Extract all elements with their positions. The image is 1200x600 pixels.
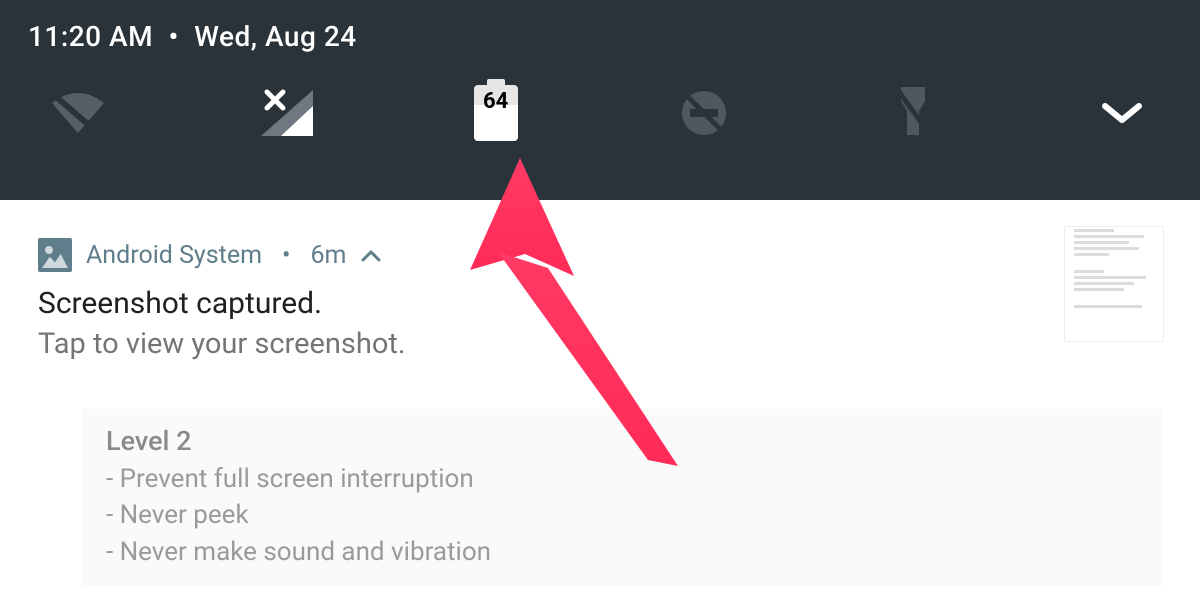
notification-age: 6m (310, 241, 346, 270)
expand-quick-settings[interactable] (1092, 83, 1152, 143)
card-line: - Prevent full screen interruption (106, 461, 1138, 497)
chevron-up-icon[interactable] (360, 241, 382, 270)
battery-icon: 64 (474, 85, 518, 141)
flashlight-off-icon (893, 85, 933, 141)
quick-settings-panel: 11:20 AM • Wed, Aug 24 (0, 0, 1200, 200)
notification-app-name: Android System (86, 241, 262, 270)
notification-shade-content: Android System • 6m Screenshot captured.… (0, 200, 1200, 586)
flashlight-toggle[interactable] (883, 83, 943, 143)
card-line: - Never peek (106, 497, 1138, 533)
signal-no-sim-icon (259, 88, 315, 138)
wifi-toggle[interactable] (48, 83, 108, 143)
status-time-date: 11:20 AM • Wed, Aug 24 (28, 20, 1172, 53)
image-icon (38, 238, 72, 272)
separator-dot: • (169, 20, 179, 53)
battery-percent-text: 64 (483, 89, 508, 114)
chevron-down-icon (1099, 98, 1145, 128)
notification-header[interactable]: Android System • 6m (38, 238, 1170, 272)
card-line: - Never make sound and vibration (106, 534, 1138, 570)
battery-tile[interactable]: 64 (466, 83, 526, 143)
dnd-off-icon (678, 87, 730, 139)
card-title: Level 2 (106, 425, 1138, 457)
status-time: 11:20 AM (28, 20, 153, 53)
notification-title[interactable]: Screenshot captured. (38, 286, 1170, 321)
expanded-notification-card[interactable]: Level 2 - Prevent full screen interrupti… (82, 409, 1162, 586)
notification-subtitle[interactable]: Tap to view your screenshot. (38, 327, 1170, 361)
wifi-off-icon (48, 89, 108, 137)
separator-dot: • (282, 241, 290, 270)
cellular-toggle[interactable] (257, 83, 317, 143)
quick-settings-row: 64 (28, 53, 1172, 143)
do-not-disturb-toggle[interactable] (674, 83, 734, 143)
screenshot-thumbnail[interactable] (1064, 226, 1164, 342)
status-date: Wed, Aug 24 (194, 20, 356, 53)
